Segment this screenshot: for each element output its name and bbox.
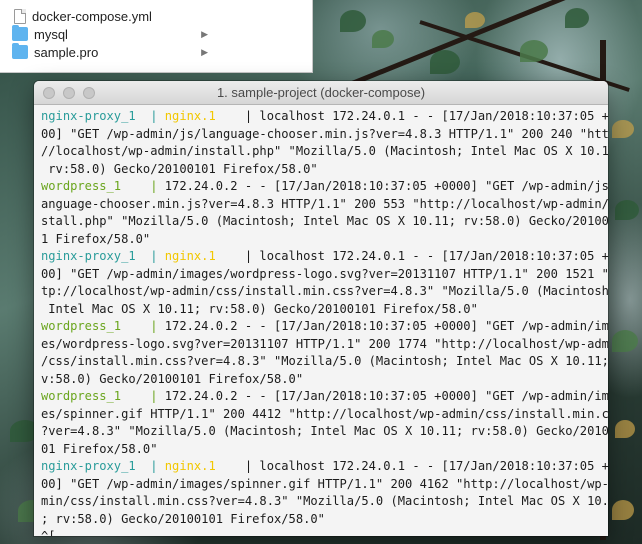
log-text: rv:58.0) Gecko/20100101 Firefox/58.0" (41, 161, 318, 176)
finder-item[interactable]: docker-compose.yml (0, 6, 312, 26)
leaf (612, 120, 634, 138)
terminal-line: min/css/install.min.css?ver=4.8.3" "Mozi… (41, 493, 608, 511)
process-name-nginx: nginx.1 (164, 109, 216, 123)
process-name-nginx: nginx.1 (164, 459, 216, 473)
terminal-line: 1 Firefox/58.0" (41, 231, 604, 249)
service-name-nginx: nginx-proxy_1 (41, 459, 136, 473)
minimize-button[interactable] (63, 87, 75, 99)
terminal-output[interactable]: nginx-proxy_1 | nginx.1 | localhost 172.… (41, 108, 608, 536)
log-text: 172.24.0.2 - - [17/Jan/2018:10:37:05 +00… (164, 389, 608, 403)
log-text: 00] "GET /wp-admin/images/wordpress-logo… (41, 266, 608, 281)
terminal-line: wordpress_1 | 172.24.0.2 - - [17/Jan/201… (41, 318, 608, 336)
terminal-line: nginx-proxy_1 | nginx.1 | localhost 172.… (41, 458, 608, 476)
terminal-line: //localhost/wp-admin/install.php" "Mozil… (41, 143, 608, 161)
finder-window: docker-compose.yml mysql ▶ sample.pro ▶ (0, 0, 313, 73)
log-text: | localhost 172.24.0.1 - - [17/Jan/2018:… (215, 249, 608, 263)
log-text: 01 Firefox/58.0" (41, 441, 158, 456)
log-text: 00] "GET /wp-admin/js/language-chooser.m… (41, 126, 608, 141)
terminal-line: 00] "GET /wp-admin/images/wordpress-logo… (41, 266, 608, 284)
terminal-line: rv:58.0) Gecko/20100101 Firefox/58.0" (41, 161, 604, 179)
chevron-right-icon[interactable]: ▶ (201, 29, 208, 40)
terminal-line: wordpress_1 | 172.24.0.2 - - [17/Jan/201… (41, 388, 608, 406)
log-text: tp://localhost/wp-admin/css/install.min.… (41, 284, 608, 298)
zoom-button[interactable] (83, 87, 95, 99)
finder-item-label: sample.pro (34, 44, 99, 60)
service-name-wordpress: | (121, 389, 165, 403)
finder-item[interactable]: sample.pro ▶ (0, 42, 312, 62)
service-name-wordpress: | (121, 179, 165, 193)
leaf (372, 30, 394, 48)
log-text: es/spinner.gif HTTP/1.1" 200 4412 "http:… (41, 406, 608, 421)
finder-item[interactable]: mysql ▶ (0, 24, 312, 44)
terminal-line: Intel Mac OS X 10.11; rv:58.0) Gecko/201… (41, 301, 604, 319)
finder-item-label: docker-compose.yml (32, 8, 152, 24)
service-name-nginx: nginx-proxy_1 (41, 249, 136, 263)
chevron-right-icon[interactable]: ▶ (201, 47, 208, 58)
log-text: 172.24.0.2 - - [17/Jan/2018:10:37:05 +00… (164, 319, 608, 333)
terminal-line: ; rv:58.0) Gecko/20100101 Firefox/58.0" (41, 511, 604, 529)
process-name-nginx: nginx.1 (164, 249, 216, 263)
log-text: Intel Mac OS X 10.11; rv:58.0) Gecko/201… (41, 301, 478, 316)
leaf (465, 12, 485, 28)
terminal-window: 1. sample-project (docker-compose) nginx… (34, 81, 608, 536)
leaf (612, 500, 634, 520)
service-name-nginx: | (135, 109, 165, 123)
leaf (520, 40, 548, 62)
terminal-line: es/wordpress-logo.svg?ver=20131107 HTTP/… (41, 336, 608, 354)
leaf (615, 420, 635, 438)
log-text: | localhost 172.24.0.1 - - [17/Jan/2018:… (215, 459, 608, 473)
terminal-line: 01 Firefox/58.0" (41, 441, 604, 459)
log-text: es/wordpress-logo.svg?ver=20131107 HTTP/… (41, 336, 608, 351)
service-name-wordpress: wordpress_1 (41, 389, 122, 403)
log-text: /css/install.min.css?ver=4.8.3" "Mozilla… (41, 354, 608, 368)
terminal-line: wordpress_1 | 172.24.0.2 - - [17/Jan/201… (41, 178, 608, 196)
leaf (565, 8, 589, 28)
leaf (615, 200, 639, 220)
folder-icon (12, 43, 28, 59)
log-text: 00] "GET /wp-admin/images/spinner.gif HT… (41, 476, 608, 491)
service-name-nginx: nginx-proxy_1 (41, 109, 136, 123)
log-text: ^[ (41, 529, 56, 536)
terminal-line: ?ver=4.8.3" "Mozilla/5.0 (Macintosh; Int… (41, 423, 608, 441)
terminal-line: stall.php" "Mozilla/5.0 (Macintosh; Inte… (41, 213, 608, 231)
service-name-wordpress: wordpress_1 (41, 319, 122, 333)
service-name-nginx: | (135, 459, 165, 473)
terminal-line: tp://localhost/wp-admin/css/install.min.… (41, 283, 608, 301)
log-text: stall.php" "Mozilla/5.0 (Macintosh; Inte… (41, 214, 608, 228)
terminal-line: nginx-proxy_1 | nginx.1 | localhost 172.… (41, 108, 608, 126)
log-text: ?ver=4.8.3" "Mozilla/5.0 (Macintosh; Int… (41, 424, 608, 438)
file-icon (14, 8, 26, 24)
terminal-line: 00] "GET /wp-admin/images/spinner.gif HT… (41, 476, 608, 494)
terminal-line: ^[ (41, 528, 604, 536)
log-text: ; rv:58.0) Gecko/20100101 Firefox/58.0" (41, 511, 325, 526)
leaf (612, 330, 638, 352)
log-text: 1 Firefox/58.0" (41, 231, 151, 246)
log-text: | localhost 172.24.0.1 - - [17/Jan/2018:… (215, 109, 608, 123)
terminal-line: anguage-chooser.min.js?ver=4.8.3 HTTP/1.… (41, 196, 608, 214)
log-text: v:58.0) Gecko/20100101 Firefox/58.0" (41, 371, 304, 386)
terminal-line: v:58.0) Gecko/20100101 Firefox/58.0" (41, 371, 604, 389)
service-name-wordpress: | (121, 319, 165, 333)
terminal-line: /css/install.min.css?ver=4.8.3" "Mozilla… (41, 353, 608, 371)
terminal-line: 00] "GET /wp-admin/js/language-chooser.m… (41, 126, 608, 144)
log-text: 172.24.0.2 - - [17/Jan/2018:10:37:05 +00… (164, 179, 608, 193)
log-text: min/css/install.min.css?ver=4.8.3" "Mozi… (41, 494, 608, 508)
terminal-titlebar[interactable]: 1. sample-project (docker-compose) (34, 81, 608, 105)
service-name-wordpress: wordpress_1 (41, 179, 122, 193)
log-text: anguage-chooser.min.js?ver=4.8.3 HTTP/1.… (41, 196, 608, 211)
window-controls (43, 87, 95, 99)
close-button[interactable] (43, 87, 55, 99)
finder-item-label: mysql (34, 26, 68, 42)
folder-icon (12, 25, 28, 41)
service-name-nginx: | (135, 249, 165, 263)
terminal-line: es/spinner.gif HTTP/1.1" 200 4412 "http:… (41, 406, 608, 424)
leaf (430, 50, 460, 74)
window-title: 1. sample-project (docker-compose) (216, 85, 426, 100)
log-text: //localhost/wp-admin/install.php" "Mozil… (41, 144, 608, 158)
leaf (340, 10, 366, 32)
terminal-line: nginx-proxy_1 | nginx.1 | localhost 172.… (41, 248, 608, 266)
